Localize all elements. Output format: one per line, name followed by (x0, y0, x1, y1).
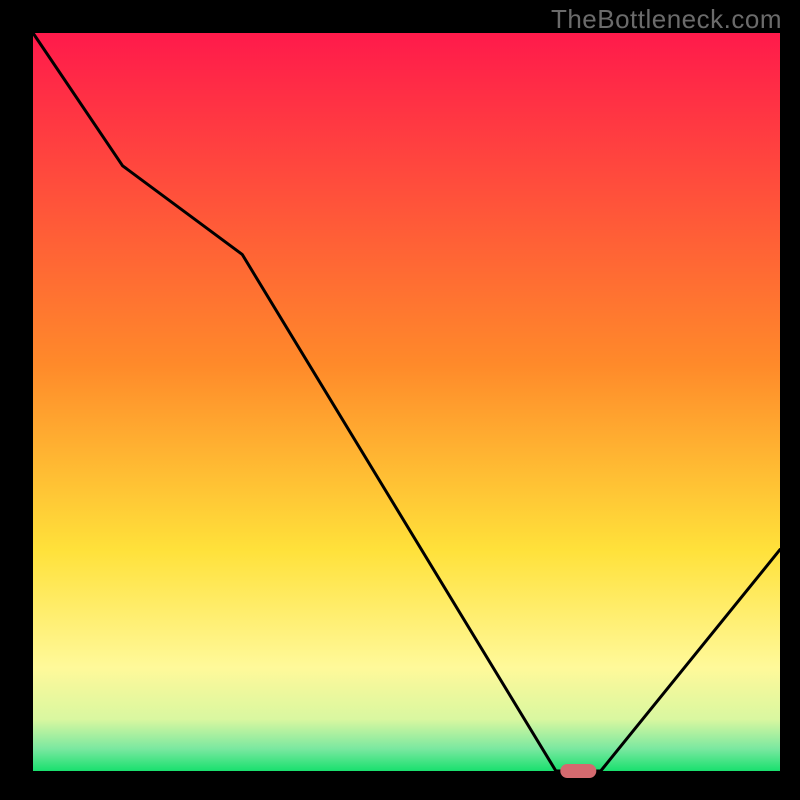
bottleneck-chart (0, 0, 800, 800)
plot-area (33, 33, 780, 771)
optimal-marker (560, 764, 596, 778)
watermark-text: TheBottleneck.com (551, 4, 782, 35)
